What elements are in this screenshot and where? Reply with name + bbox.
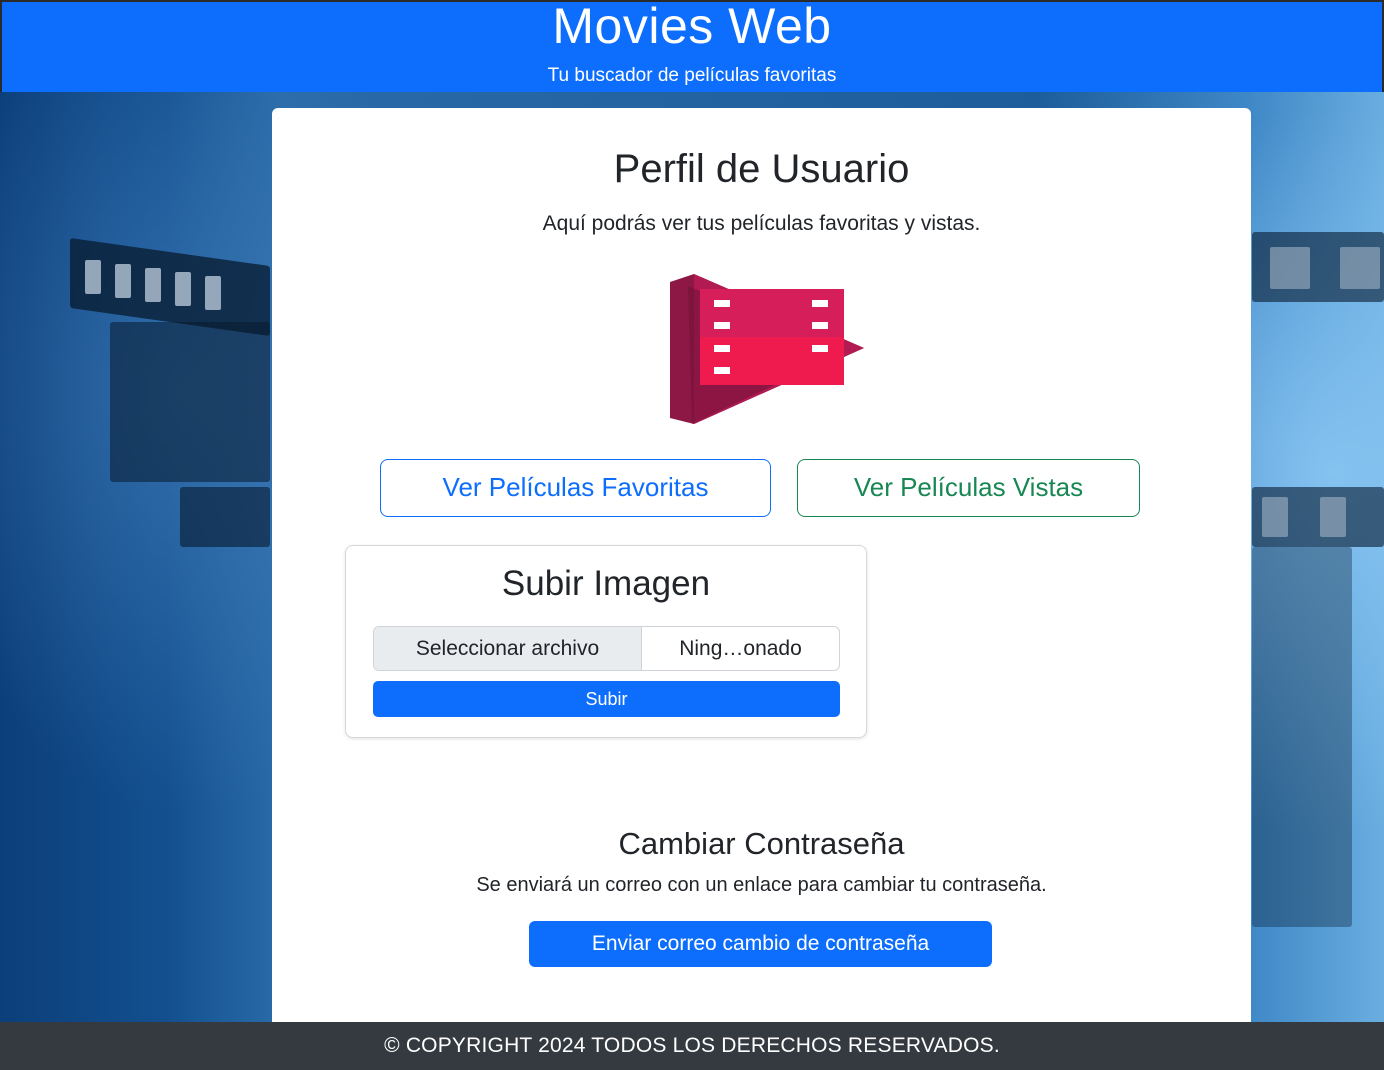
choose-file-button[interactable]: Seleccionar archivo (374, 627, 642, 670)
site-subtitle: Tu buscador de películas favoritas (547, 65, 837, 86)
profile-title: Perfil de Usuario (613, 147, 910, 191)
change-password-description: Se enviará un correo con un enlace para … (476, 874, 1047, 896)
film-play-icon (670, 274, 864, 424)
change-password-title: Cambiar Contraseña (618, 826, 905, 861)
file-name-display: Ning…onado (679, 637, 802, 660)
view-watched-button[interactable]: Ver Películas Vistas (797, 459, 1140, 517)
upload-submit-button[interactable]: Subir (373, 681, 840, 717)
copyright-text: © COPYRIGHT 2024 TODOS LOS DERECHOS RESE… (384, 1034, 1000, 1057)
file-input[interactable]: Seleccionar archivo Ning…onado (373, 626, 840, 671)
send-password-email-button[interactable]: Enviar correo cambio de contraseña (529, 921, 992, 967)
view-favorites-button[interactable]: Ver Películas Favoritas (380, 459, 771, 517)
site-footer: © COPYRIGHT 2024 TODOS LOS DERECHOS RESE… (0, 1022, 1384, 1070)
profile-description: Aquí podrás ver tus películas favoritas … (542, 212, 981, 235)
site-title: Movies Web (552, 0, 832, 54)
site-header: Movies Web Tu buscador de películas favo… (0, 0, 1384, 92)
upload-title: Subir Imagen (501, 564, 711, 603)
